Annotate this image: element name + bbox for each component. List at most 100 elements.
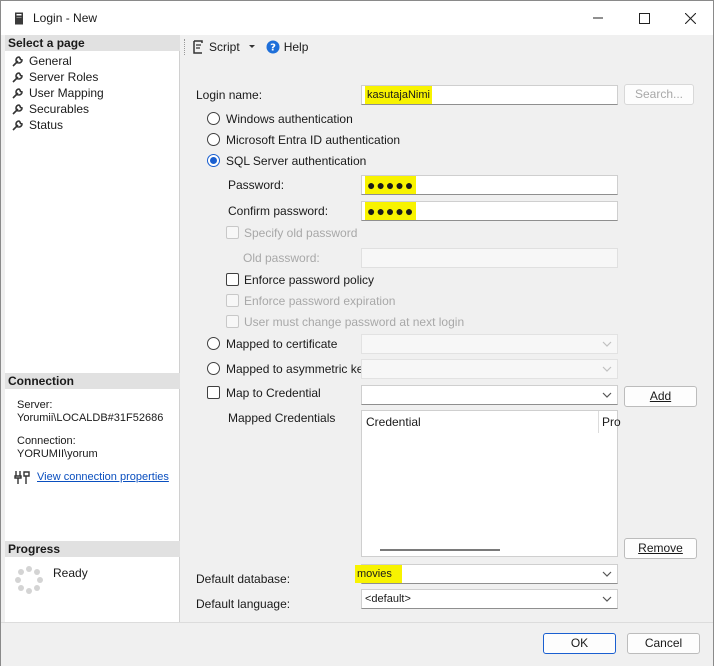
toolbar-grip	[184, 39, 185, 55]
dialog-button-bar: OK Cancel	[1, 622, 713, 666]
help-label: Help	[283, 40, 309, 54]
credential-select[interactable]	[361, 385, 618, 405]
old-password-input[interactable]	[361, 248, 618, 268]
confirm-password-label: Confirm password:	[228, 204, 329, 218]
add-button-label: Add	[649, 389, 672, 403]
progress-status: Ready	[53, 566, 88, 580]
enforce-expiration-label: Enforce password expiration	[244, 294, 396, 308]
page-item-label: Server Roles	[29, 70, 99, 84]
page-list: General Server Roles User Mapping Secura…	[11, 53, 104, 133]
login-name-label: Login name:	[196, 88, 263, 102]
page-item-user-mapping[interactable]: User Mapping	[11, 85, 104, 101]
page-item-general[interactable]: General	[11, 53, 104, 69]
page-item-label: Status	[29, 118, 64, 132]
remove-button-label: Remove	[638, 541, 683, 555]
mapped-certificate-radio[interactable]	[207, 337, 220, 350]
wrench-icon	[12, 88, 23, 99]
minimize-button[interactable]	[575, 1, 621, 35]
add-credential-button[interactable]: Add	[624, 386, 697, 407]
specify-old-password-label: Specify old password	[244, 226, 358, 240]
close-button[interactable]	[667, 1, 713, 35]
asymmetric-key-select[interactable]	[361, 359, 618, 379]
server-value: Yorumii\LOCALDB#31F52686	[17, 412, 164, 424]
mapped-asymmetric-key-label: Mapped to asymmetric key	[226, 362, 370, 376]
script-icon	[193, 40, 203, 54]
window-controls	[575, 1, 713, 35]
default-database-label: Default database:	[196, 572, 291, 586]
grid-column-divider	[598, 411, 599, 433]
dropdown-arrow-icon	[248, 45, 255, 48]
page-item-label: User Mapping	[29, 86, 104, 100]
help-button[interactable]: ? Help	[266, 40, 309, 54]
map-to-credential-label: Map to Credential	[226, 386, 321, 400]
windows-auth-radio[interactable]	[207, 112, 220, 125]
mapped-certificate-label: Mapped to certificate	[226, 337, 338, 351]
mapped-credentials-grid[interactable]: Credential Pro	[361, 410, 621, 557]
grid-column-credential[interactable]: Credential	[366, 415, 421, 429]
grid-horizontal-scrollbar[interactable]	[380, 549, 500, 551]
page-item-status[interactable]: Status	[11, 117, 104, 133]
password-label: Password:	[228, 178, 285, 192]
chevron-down-icon	[602, 392, 612, 398]
server-label: Server:	[17, 399, 53, 411]
remove-credential-button[interactable]: Remove	[624, 538, 697, 559]
confirm-password-input[interactable]: ●●●●●	[361, 201, 618, 221]
page-item-server-roles[interactable]: Server Roles	[11, 69, 104, 85]
windows-auth-label: Windows authentication	[226, 112, 353, 126]
view-connection-properties-link[interactable]: View connection properties	[37, 471, 169, 484]
chevron-down-icon	[602, 596, 612, 602]
search-button[interactable]: Search...	[624, 84, 694, 105]
default-language-label: Default language:	[196, 597, 291, 611]
minimize-icon	[593, 17, 603, 19]
password-input[interactable]: ●●●●●	[361, 175, 618, 195]
sql-auth-label: SQL Server authentication	[226, 154, 367, 168]
login-new-dialog: Login - New Select a page General Server…	[0, 0, 714, 666]
specify-old-password-checkbox[interactable]	[226, 226, 239, 239]
default-database-value: movies	[355, 565, 402, 583]
close-icon	[684, 12, 696, 24]
page-item-securables[interactable]: Securables	[11, 101, 104, 117]
right-pane: Script ? Help Login name: kasutajaNimi S…	[180, 35, 713, 622]
connection-label: Connection:	[17, 435, 76, 447]
mapped-credentials-label: Mapped Credentials	[228, 411, 336, 425]
default-database-select[interactable]: movies	[355, 564, 618, 584]
wrench-icon	[12, 72, 23, 83]
wrench-icon	[12, 56, 23, 67]
certificate-select[interactable]	[361, 334, 618, 354]
svg-text:?: ?	[270, 43, 276, 54]
login-name-value: kasutajaNimi	[365, 86, 432, 104]
cancel-button[interactable]: Cancel	[627, 633, 700, 654]
window-title: Login - New	[33, 11, 98, 25]
entra-auth-label: Microsoft Entra ID authentication	[226, 133, 401, 147]
toolbar: Script ? Help	[180, 35, 713, 59]
chevron-down-icon	[602, 341, 612, 347]
must-change-label: User must change password at next login	[244, 315, 465, 329]
default-language-value: <default>	[365, 593, 411, 605]
database-server-icon	[14, 12, 24, 25]
select-page-header: Select a page	[5, 35, 180, 51]
default-language-select[interactable]: <default>	[361, 589, 618, 609]
enforce-policy-checkbox[interactable]	[226, 273, 239, 286]
password-value: ●●●●●	[365, 176, 417, 194]
progress-header: Progress	[5, 541, 180, 557]
script-button[interactable]: Script	[191, 40, 256, 54]
connection-value: YORUMII\yorum	[17, 448, 98, 460]
login-name-input[interactable]: kasutajaNimi	[361, 85, 618, 105]
entra-auth-radio[interactable]	[207, 133, 220, 146]
enforce-expiration-checkbox[interactable]	[226, 294, 239, 307]
help-icon: ?	[266, 40, 280, 54]
left-pane: Select a page General Server Roles User …	[5, 35, 180, 622]
page-item-label: General	[29, 54, 72, 68]
ok-button[interactable]: OK	[543, 633, 616, 654]
old-password-label: Old password:	[243, 251, 320, 265]
mapped-asymmetric-key-radio[interactable]	[207, 362, 220, 375]
grid-column-provider[interactable]: Pro	[602, 415, 621, 429]
map-to-credential-checkbox[interactable]	[207, 386, 220, 399]
script-label: Script	[209, 40, 240, 54]
connection-header: Connection	[5, 373, 180, 389]
must-change-checkbox[interactable]	[226, 315, 239, 328]
confirm-password-value: ●●●●●	[365, 202, 417, 220]
sql-auth-radio[interactable]	[207, 154, 220, 167]
maximize-button[interactable]	[621, 1, 667, 35]
maximize-icon	[638, 12, 650, 24]
